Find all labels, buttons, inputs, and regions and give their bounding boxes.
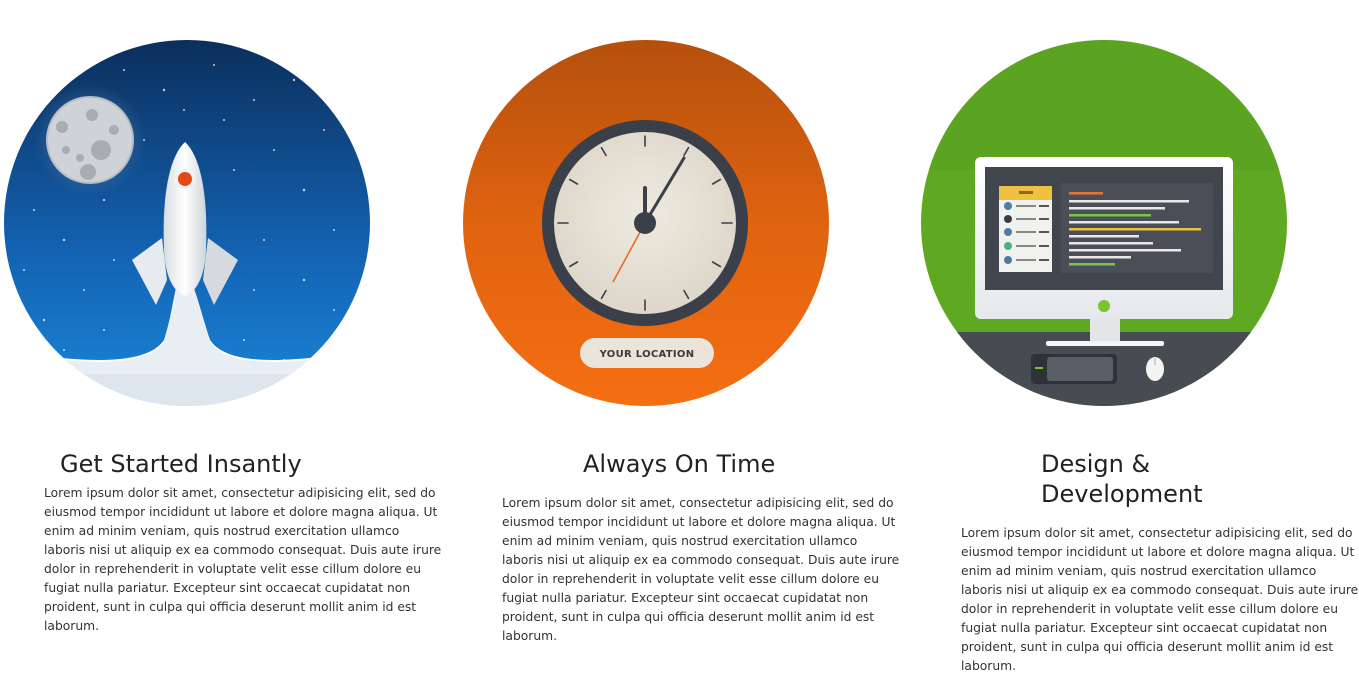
feature-description: Lorem ipsum dolor sit amet, consectetur …	[961, 526, 1359, 673]
clock-illustration: YOUR LOCATION	[463, 40, 829, 406]
rocket-illustration	[4, 40, 370, 406]
location-badge: YOUR LOCATION	[599, 349, 695, 360]
feature-title: Get Started Insantly	[60, 450, 302, 478]
feature-description: Lorem ipsum dolor sit amet, consectetur …	[502, 496, 900, 643]
rocket-launch-icon	[4, 40, 370, 406]
desktop-computer-icon	[921, 40, 1287, 406]
desktop-illustration	[921, 40, 1287, 406]
feature-title: Always On Time	[583, 450, 776, 478]
feature-title: Design & Development	[1041, 450, 1203, 508]
clock-icon: YOUR LOCATION	[463, 40, 829, 406]
feature-description: Lorem ipsum dolor sit amet, consectetur …	[44, 486, 442, 633]
